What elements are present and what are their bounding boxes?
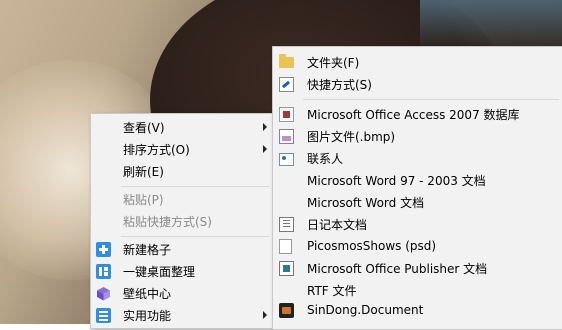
contact-icon: [279, 153, 294, 166]
menu-item-refresh[interactable]: 刷新(E): [91, 160, 273, 182]
submenu-item-rtf[interactable]: RTF 文件: [273, 279, 562, 301]
submenu-item-folder[interactable]: 文件夹(F): [273, 51, 562, 73]
submenu-item-label: Microsoft Office Access 2007 数据库: [307, 107, 520, 122]
cube-icon: [96, 286, 111, 301]
menu-separator: [121, 186, 269, 187]
menu-item-label: 查看(V): [123, 120, 165, 135]
submenu-item-access-database[interactable]: Microsoft Office Access 2007 数据库: [273, 103, 562, 125]
folder-icon: [279, 54, 294, 68]
sindong-icon: [279, 303, 294, 318]
submenu-item-label: RTF 文件: [307, 283, 357, 298]
submenu-item-label: Microsoft Word 97 - 2003 文档: [307, 173, 486, 188]
submenu-item-label: 联系人: [307, 151, 344, 166]
submenu-item-bitmap[interactable]: 图片文件(.bmp): [273, 125, 562, 147]
submenu-item-label: Microsoft Office Publisher 文档: [307, 261, 488, 276]
menu-item-label: 壁纸中心: [123, 286, 172, 301]
menu-item-utilities[interactable]: 实用功能: [91, 304, 273, 326]
submenu-item-word-97-2003[interactable]: Microsoft Word 97 - 2003 文档: [273, 169, 562, 191]
menu-item-label: 刷新(E): [123, 164, 164, 179]
submenu-item-label: 快捷方式(S): [307, 77, 372, 92]
menu-item-paste[interactable]: 粘贴(P): [91, 188, 273, 210]
menu-item-wallpaper-center[interactable]: 壁纸中心: [91, 282, 273, 304]
layout-icon: [96, 264, 111, 279]
tools-icon: [96, 308, 111, 323]
wallpaper-shadow-area: [420, 0, 562, 50]
submenu-item-shortcut[interactable]: 快捷方式(S): [273, 73, 562, 95]
shortcut-icon: [279, 77, 294, 92]
menu-item-paste-shortcut[interactable]: 粘贴快捷方式(S): [91, 210, 273, 232]
menu-item-label: 新建格子: [123, 242, 172, 257]
submenu-arrow-icon: [263, 123, 267, 131]
desktop-context-menu: 查看(V) 排序方式(O) 刷新(E) 粘贴(P) 粘贴快捷方式(S) 新建格子…: [90, 113, 274, 329]
menu-item-sort-by[interactable]: 排序方式(O): [91, 138, 273, 160]
submenu-item-label: 文件夹(F): [307, 55, 360, 70]
submenu-item-picosmos-psd[interactable]: PicosmosShows (psd): [273, 235, 562, 257]
new-submenu: 文件夹(F) 快捷方式(S) Microsoft Office Access 2…: [272, 46, 562, 330]
bitmap-icon: [279, 129, 294, 144]
submenu-item-contact[interactable]: 联系人: [273, 147, 562, 169]
submenu-item-label: SinDong.Document: [307, 303, 424, 317]
submenu-item-label: 日记本文档: [307, 217, 368, 232]
journal-icon: [279, 217, 294, 232]
submenu-item-publisher[interactable]: Microsoft Office Publisher 文档: [273, 257, 562, 279]
menu-item-label: 粘贴(P): [123, 192, 164, 207]
access-icon: [279, 107, 294, 122]
plus-square-icon: [96, 242, 111, 257]
submenu-item-label: 图片文件(.bmp): [307, 129, 396, 144]
submenu-arrow-icon: [263, 311, 267, 319]
menu-item-new-grid[interactable]: 新建格子: [91, 238, 273, 260]
submenu-item-label: Microsoft Word 文档: [307, 195, 425, 210]
menu-item-view[interactable]: 查看(V): [91, 116, 273, 138]
document-icon: [279, 239, 292, 254]
menu-item-label: 粘贴快捷方式(S): [123, 214, 212, 229]
submenu-item-label: PicosmosShows (psd): [307, 239, 437, 253]
menu-item-desktop-organize[interactable]: 一键桌面整理: [91, 260, 273, 282]
submenu-item-journal[interactable]: 日记本文档: [273, 213, 562, 235]
publisher-icon: [279, 261, 294, 276]
menu-item-label: 一键桌面整理: [123, 264, 196, 279]
menu-item-label: 实用功能: [123, 308, 172, 323]
menu-separator: [303, 99, 559, 100]
menu-separator: [121, 236, 269, 237]
menu-item-label: 排序方式(O): [123, 142, 190, 157]
submenu-item-word-document[interactable]: Microsoft Word 文档: [273, 191, 562, 213]
submenu-item-sindong[interactable]: SinDong.Document: [273, 299, 562, 321]
submenu-arrow-icon: [263, 145, 267, 153]
